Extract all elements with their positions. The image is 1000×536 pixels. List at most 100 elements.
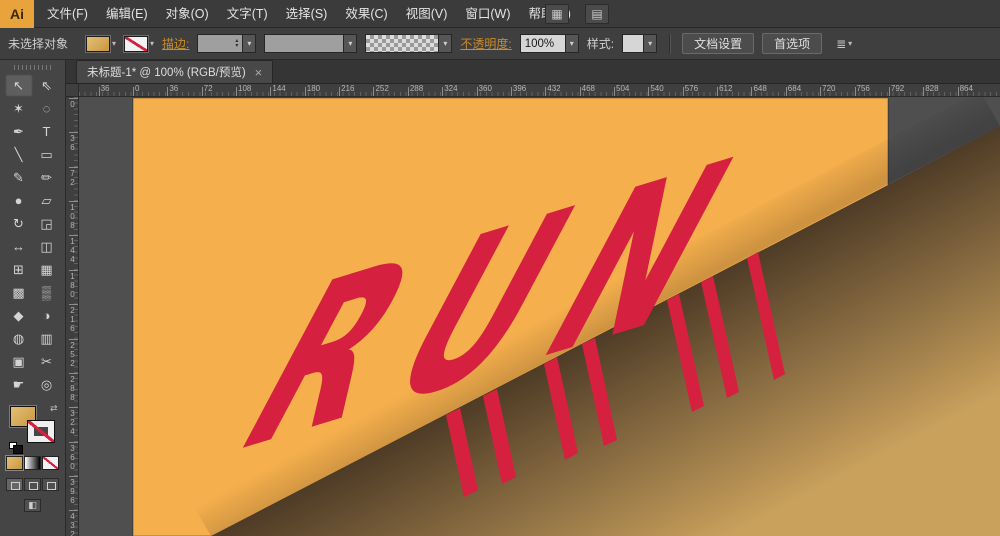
- arrange-documents-icon[interactable]: ▤: [585, 4, 609, 24]
- canvas-row: 03672108144180216252288324360396432: [66, 97, 1000, 536]
- menu-item-object[interactable]: 对象(O): [157, 0, 218, 28]
- color-button[interactable]: [6, 456, 23, 470]
- zoom-tool[interactable]: ◎: [33, 373, 61, 396]
- menu-item-select[interactable]: 选择(S): [277, 0, 337, 28]
- panel-grip[interactable]: [14, 65, 52, 70]
- canvas-viewport[interactable]: RUN: [79, 97, 1000, 536]
- direct-selection-tool[interactable]: ⇖: [33, 74, 61, 97]
- default-fill-stroke-icon[interactable]: [9, 442, 17, 449]
- document-tab[interactable]: 未标题-1* @ 100% (RGB/预览) ×: [76, 60, 273, 83]
- document-setup-button[interactable]: 文档设置: [682, 33, 754, 54]
- slice-tool[interactable]: ✂: [33, 350, 61, 373]
- width-tool[interactable]: ↔: [5, 235, 33, 258]
- ruler-label: 36: [169, 84, 178, 93]
- screen-mode-button[interactable]: [24, 499, 41, 512]
- menu-item-window[interactable]: 窗口(W): [456, 0, 519, 28]
- lasso-tool[interactable]: ◌: [33, 97, 61, 120]
- fill-color-control[interactable]: [86, 36, 116, 52]
- menu-item-view[interactable]: 视图(V): [397, 0, 457, 28]
- symbol-sprayer-tool[interactable]: ◍: [5, 327, 33, 350]
- rectangle-tool[interactable]: ▭: [33, 143, 61, 166]
- stroke-color-swatch[interactable]: [124, 36, 148, 52]
- brush-definition-select[interactable]: [365, 34, 452, 53]
- ruler-origin-corner[interactable]: [66, 84, 79, 97]
- stroke-weight-spinner-icon[interactable]: [235, 39, 238, 49]
- line-segment-tool[interactable]: ╲: [5, 143, 33, 166]
- artboard-canvas[interactable]: RUN: [79, 97, 1000, 536]
- stroke-color-control[interactable]: [124, 36, 154, 52]
- perspective-grid-tool[interactable]: ▦: [33, 258, 61, 281]
- stroke-weight-field[interactable]: [197, 34, 243, 53]
- pen-tool[interactable]: ✒: [5, 120, 33, 143]
- type-tool-icon: T: [43, 125, 51, 138]
- rotate-tool[interactable]: ↻: [5, 212, 33, 235]
- selection-tool[interactable]: ↖: [5, 74, 33, 97]
- width-profile-field[interactable]: [264, 34, 344, 53]
- graphic-style-dropdown-icon[interactable]: [644, 34, 657, 53]
- magic-wand-tool[interactable]: ✶: [5, 97, 33, 120]
- ruler-label: 252: [375, 84, 388, 93]
- menu-item-type[interactable]: 文字(T): [218, 0, 277, 28]
- panel-menu-caret-icon: [848, 39, 852, 48]
- style-label: 样式:: [587, 35, 614, 52]
- column-graph-tool[interactable]: ▥: [33, 327, 61, 350]
- shape-builder-tool[interactable]: ⊞: [5, 258, 33, 281]
- brush-definition-field[interactable]: [365, 34, 439, 53]
- menu-item-file[interactable]: 文件(F): [38, 0, 97, 28]
- type-tool[interactable]: T: [33, 120, 61, 143]
- vertical-ruler[interactable]: 03672108144180216252288324360396432: [66, 97, 79, 536]
- fill-dropdown-caret-icon[interactable]: [112, 39, 116, 48]
- draw-behind-button[interactable]: [24, 478, 41, 491]
- hand-tool[interactable]: ☛: [5, 373, 33, 396]
- tab-close-icon[interactable]: ×: [255, 66, 263, 79]
- blend-tool[interactable]: ◑: [33, 304, 61, 327]
- gradient-tool[interactable]: ▒: [33, 281, 61, 304]
- opacity-control[interactable]: 100%: [520, 34, 579, 53]
- opacity-panel-link[interactable]: 不透明度:: [460, 35, 511, 52]
- menu-item-effect[interactable]: 效果(C): [336, 0, 396, 28]
- lasso-tool-icon: ◌: [43, 102, 51, 115]
- graphic-style-field[interactable]: [622, 34, 644, 53]
- control-panel-menu-icon[interactable]: ≣: [836, 37, 852, 51]
- main-area: ↖⇖✶ ◌ ✒ T ╲ ▭✎✏●▱↻◲↔ ◫ ⊞▦▩▒◆◑◍▥▣✂☛◎: [0, 60, 1000, 536]
- stroke-panel-link[interactable]: 描边:: [162, 35, 189, 52]
- swap-fill-stroke-icon[interactable]: [50, 403, 58, 414]
- free-transform-tool[interactable]: ◫: [33, 235, 61, 258]
- opacity-dropdown-icon[interactable]: [566, 34, 579, 53]
- pencil-tool[interactable]: ✏: [33, 166, 61, 189]
- ruler-label: 432: [547, 84, 560, 93]
- ruler-tick: [648, 87, 649, 96]
- opacity-field[interactable]: 100%: [520, 34, 566, 53]
- artboard-tool[interactable]: ▣: [5, 350, 33, 373]
- ruler-label: 504: [616, 84, 629, 93]
- eyedropper-tool[interactable]: ◆: [5, 304, 33, 327]
- ruler-tick: [958, 87, 959, 96]
- ruler-label: 216: [341, 84, 354, 93]
- eraser-tool[interactable]: ▱: [33, 189, 61, 212]
- line-segment-tool-icon: ╲: [15, 148, 23, 161]
- ruler-tick: [69, 476, 78, 477]
- variable-width-profile-select[interactable]: [264, 34, 357, 53]
- draw-inside-button[interactable]: [42, 478, 59, 491]
- menu-item-edit[interactable]: 编辑(E): [97, 0, 157, 28]
- horizontal-ruler[interactable]: 3603672108144180216252288324360396432468…: [79, 84, 1000, 97]
- paintbrush-tool[interactable]: ✎: [5, 166, 33, 189]
- none-button[interactable]: [42, 456, 59, 470]
- scale-tool[interactable]: ◲: [33, 212, 61, 235]
- brush-definition-dropdown-icon[interactable]: [439, 34, 452, 53]
- stroke-swatch[interactable]: [28, 421, 54, 442]
- go-to-bridge-icon[interactable]: ▦: [545, 4, 569, 24]
- width-profile-dropdown-icon[interactable]: [344, 34, 357, 53]
- draw-normal-button[interactable]: [6, 478, 23, 491]
- mesh-tool[interactable]: ▩: [5, 281, 33, 304]
- stroke-weight-control[interactable]: [197, 34, 256, 53]
- free-transform-tool-icon: ◫: [40, 240, 52, 253]
- gradient-button[interactable]: [24, 456, 41, 470]
- stroke-weight-dropdown-icon[interactable]: [243, 34, 256, 53]
- graphic-style-select[interactable]: [622, 34, 657, 53]
- ruler-label: 792: [891, 84, 904, 93]
- blob-brush-tool[interactable]: ●: [5, 189, 33, 212]
- fill-color-swatch[interactable]: [86, 36, 110, 52]
- stroke-dropdown-caret-icon[interactable]: [150, 39, 154, 48]
- preferences-button[interactable]: 首选项: [762, 33, 822, 54]
